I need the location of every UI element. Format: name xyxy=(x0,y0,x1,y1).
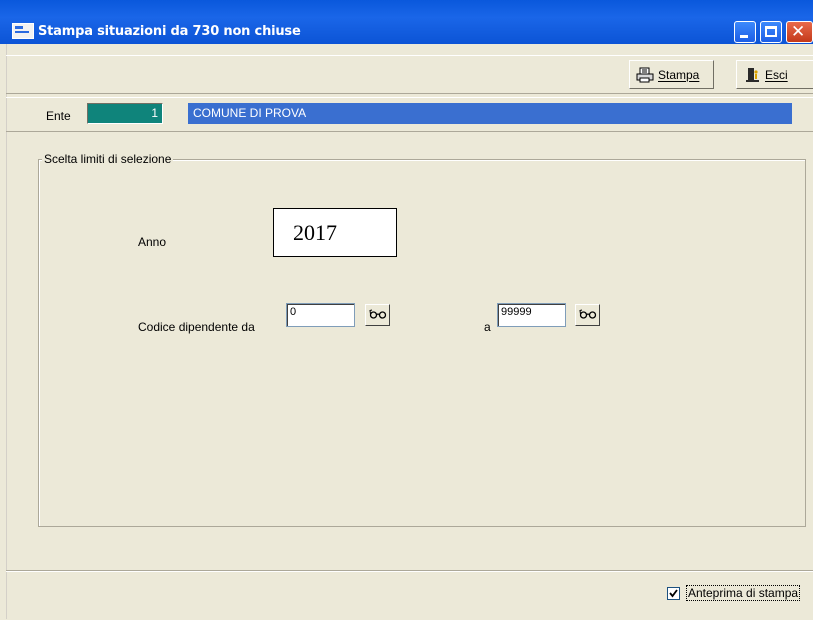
esci-label: Esci xyxy=(765,67,788,82)
title-bar[interactable]: Stampa situazioni da 730 non chiuse ✕ xyxy=(0,0,813,44)
stampa-label: Stampa xyxy=(658,67,700,82)
codice-a-lookup-button[interactable] xyxy=(575,304,600,326)
codice-da-input[interactable]: 0 xyxy=(286,303,355,327)
toolbar: Stampa Esci xyxy=(6,55,813,94)
ente-label: Ente xyxy=(46,109,71,123)
minimize-icon xyxy=(740,35,748,38)
codice-a-input[interactable]: 99999 xyxy=(497,303,566,327)
window-title: Stampa situazioni da 730 non chiuse xyxy=(38,24,301,39)
anno-field[interactable]: 2017 xyxy=(273,208,397,257)
codice-da-label: Codice dipendente da xyxy=(138,320,255,334)
glasses-icon xyxy=(368,308,387,322)
anteprima-checkbox[interactable] xyxy=(667,587,680,600)
stampa-button[interactable]: Stampa xyxy=(629,60,714,89)
codice-a-label: a xyxy=(484,320,491,334)
anno-label: Anno xyxy=(138,235,167,249)
app-icon[interactable] xyxy=(12,23,34,39)
printer-icon xyxy=(636,67,654,83)
maximize-icon xyxy=(765,26,777,37)
ente-row: Ente 1 COMUNE DI PROVA xyxy=(6,97,813,132)
ente-name-field: COMUNE DI PROVA xyxy=(188,103,792,124)
selection-groupbox xyxy=(38,159,806,527)
esci-button[interactable]: Esci xyxy=(736,60,813,89)
exit-door-icon xyxy=(743,67,761,83)
codice-da-lookup-button[interactable] xyxy=(365,304,390,326)
minimize-button[interactable] xyxy=(734,21,756,43)
maximize-button[interactable] xyxy=(760,21,782,43)
ente-code-field[interactable]: 1 xyxy=(87,103,163,124)
glasses-icon xyxy=(578,308,597,322)
close-icon: ✕ xyxy=(791,22,806,42)
group-title: Scelta limiti di selezione xyxy=(42,152,174,166)
close-button[interactable]: ✕ xyxy=(786,21,813,43)
anteprima-label[interactable]: Anteprima di stampa xyxy=(686,585,801,601)
checkmark-icon xyxy=(669,589,678,598)
